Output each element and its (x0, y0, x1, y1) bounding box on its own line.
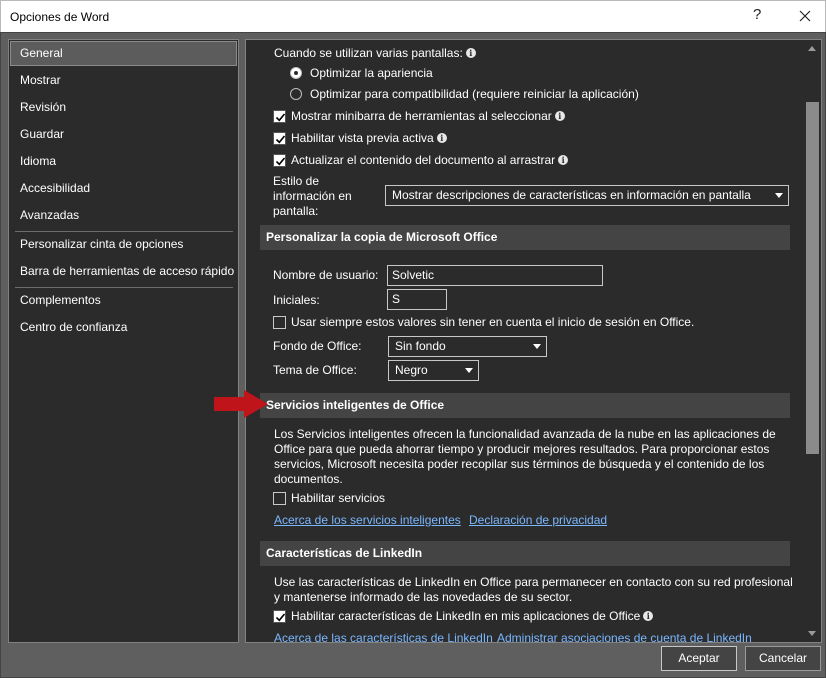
chevron-down-icon (533, 344, 541, 349)
office-theme-select[interactable]: Negro (388, 360, 479, 381)
radio-optimize-compatibility-label: Optimizar para compatibilidad (requiere … (310, 87, 639, 101)
nav-item-guardar[interactable]: Guardar (10, 122, 237, 147)
nav-item-accesibilidad[interactable]: Accesibilidad (10, 176, 237, 201)
scroll-down-icon[interactable] (808, 631, 816, 636)
link-about-intelligent-services[interactable]: Acerca de los servicios inteligentes (274, 513, 461, 527)
chevron-down-icon (775, 193, 783, 198)
nav-item-avanzadas[interactable]: Avanzadas (10, 203, 237, 228)
nav-item-centro-confianza[interactable]: Centro de confianza (10, 315, 237, 340)
linkedin-description: Use las características de LinkedIn en O… (274, 575, 793, 604)
nav-item-complementos[interactable]: Complementos (10, 288, 237, 313)
radio-optimize-compatibility[interactable] (290, 88, 302, 100)
checkbox-live-preview[interactable] (273, 132, 286, 145)
checkbox-live-preview-label: Habilitar vista previa activa i (291, 131, 447, 145)
checkbox-enable-services-label: Habilitar servicios (291, 491, 386, 505)
checkbox-enable-linkedin[interactable] (273, 610, 286, 623)
general-options-panel: Cuando se utilizan varias pantallas: i Op… (245, 39, 822, 643)
annotation-arrow-icon (214, 390, 268, 418)
nav-sidebar: General Mostrar Revisión Guardar Idioma … (8, 39, 239, 643)
checkbox-update-drag-label: Actualizar el contenido del documento al… (291, 153, 569, 167)
intelligent-services-description: Los Servicios inteligentes ofrecen la fu… (274, 427, 776, 486)
office-background-select[interactable]: Sin fondo (388, 336, 547, 357)
checkbox-minibar-label: Mostrar minibarra de herramientas al sel… (291, 109, 565, 123)
info-icon: i (436, 133, 447, 143)
username-input[interactable]: Solvetic (387, 265, 603, 286)
section-header-intelligent-services: Servicios inteligentes de Office (260, 393, 790, 418)
checkbox-minibar[interactable] (273, 110, 286, 123)
radio-optimize-appearance[interactable] (290, 67, 302, 79)
tooltip-style-select[interactable]: Mostrar descripciones de características… (385, 185, 789, 206)
checkmark-icon (275, 157, 286, 166)
section-header-linkedin: Características de LinkedIn (260, 541, 790, 566)
checkmark-icon (275, 135, 286, 144)
checkbox-enable-linkedin-label: Habilitar características de LinkedIn en… (291, 609, 654, 623)
multi-screen-label: Cuando se utilizan varias pantallas: i (274, 46, 476, 60)
accept-button[interactable]: Aceptar (661, 646, 737, 671)
info-icon: i (554, 111, 565, 121)
scrollbar-thumb[interactable] (806, 102, 819, 454)
nav-item-personalizar-cinta[interactable]: Personalizar cinta de opciones (10, 232, 237, 257)
checkbox-enable-services[interactable] (273, 492, 286, 505)
radio-optimize-appearance-label: Optimizar la apariencia (310, 66, 433, 80)
nav-item-general[interactable]: General (10, 41, 237, 66)
office-background-label: Fondo de Office: (273, 339, 362, 353)
username-label: Nombre de usuario: (273, 268, 379, 282)
link-about-linkedin[interactable]: Acerca de las características de LinkedI… (274, 631, 493, 642)
info-icon: i (643, 611, 654, 621)
checkmark-icon (275, 113, 286, 122)
info-icon: i (465, 48, 476, 58)
link-privacy-statement[interactable]: Declaración de privacidad (469, 513, 607, 527)
section-header-personalize: Personalizar la copia de Microsoft Offic… (260, 225, 790, 250)
chevron-down-icon (465, 368, 473, 373)
window-title: Opciones de Word (10, 10, 110, 24)
checkbox-always-use-values-label: Usar siempre estos valores sin tener en … (291, 315, 695, 329)
initials-input[interactable]: S (387, 289, 447, 310)
tooltip-style-label: Estilo de información en pantalla: (273, 174, 352, 218)
cancel-button[interactable]: Cancelar (745, 646, 821, 671)
scroll-up-icon[interactable] (808, 46, 816, 51)
close-button[interactable] (791, 3, 819, 29)
checkbox-update-drag[interactable] (273, 154, 286, 167)
help-button[interactable]: ? (753, 6, 761, 23)
nav-item-mostrar[interactable]: Mostrar (10, 68, 237, 93)
nav-item-barra-acceso-rapido[interactable]: Barra de herramientas de acceso rápido (10, 259, 237, 284)
checkmark-icon (275, 613, 286, 622)
link-manage-linkedin[interactable]: Administrar asociaciones de cuenta de Li… (497, 631, 752, 642)
options-dialog: General Mostrar Revisión Guardar Idioma … (0, 32, 826, 678)
close-icon (799, 10, 811, 22)
nav-item-idioma[interactable]: Idioma (10, 149, 237, 174)
initials-label: Iniciales: (273, 293, 320, 307)
checkbox-always-use-values[interactable] (273, 316, 286, 329)
office-theme-label: Tema de Office: (273, 363, 357, 377)
nav-item-revision[interactable]: Revisión (10, 95, 237, 120)
title-bar: Opciones de Word ? (0, 0, 826, 32)
vertical-scrollbar[interactable] (804, 40, 821, 642)
info-icon: i (558, 155, 569, 165)
